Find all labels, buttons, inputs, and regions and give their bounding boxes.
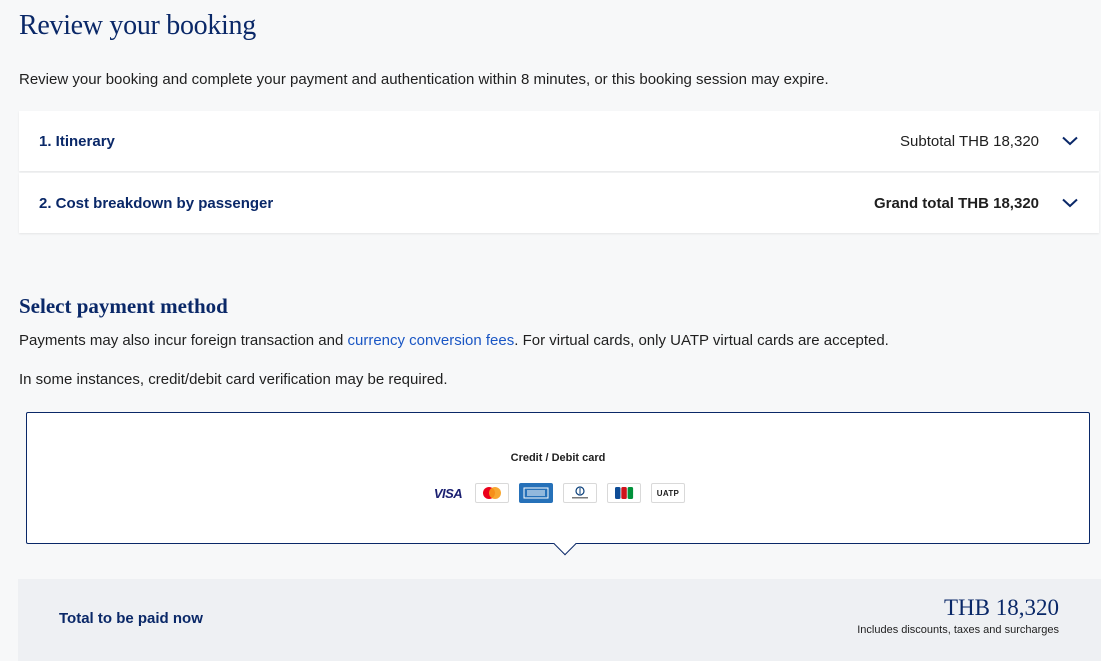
accordion-cost-breakdown-label: 2. Cost breakdown by passenger: [39, 194, 274, 212]
diners-club-logo: [563, 483, 597, 503]
page-title: Review your booking: [19, 10, 256, 41]
card-verification-note: In some instances, credit/debit card ver…: [19, 371, 448, 388]
total-includes-note: Includes discounts, taxes and surcharges: [857, 624, 1059, 636]
mastercard-logo: [475, 483, 509, 503]
booking-accordion: 1. Itinerary Subtotal THB 18,320 2. Cost…: [19, 111, 1099, 235]
accordion-cost-breakdown[interactable]: 2. Cost breakdown by passenger Grand tot…: [19, 173, 1099, 233]
accordion-itinerary[interactable]: 1. Itinerary Subtotal THB 18,320: [19, 111, 1099, 171]
payments-note-prefix: Payments may also incur foreign transact…: [19, 332, 348, 349]
total-panel: Total to be paid now THB 18,320 Includes…: [18, 579, 1101, 661]
visa-logo: VISA: [431, 483, 465, 503]
payments-fee-note: Payments may also incur foreign transact…: [19, 332, 889, 349]
currency-conversion-fees-link[interactable]: currency conversion fees: [348, 332, 515, 349]
card-logos: VISA UATP: [27, 483, 1089, 503]
amex-logo: [519, 483, 553, 503]
jcb-logo: [607, 483, 641, 503]
payment-method-title: Select payment method: [19, 294, 228, 318]
chevron-down-icon[interactable]: [1061, 194, 1079, 212]
card-option-title: Credit / Debit card: [510, 452, 606, 464]
itinerary-subtotal: Subtotal THB 18,320: [900, 132, 1039, 150]
total-label: Total to be paid now: [59, 610, 203, 627]
total-amount: THB 18,320: [944, 595, 1059, 620]
uatp-logo: UATP: [651, 483, 685, 503]
payments-note-suffix: . For virtual cards, only UATP virtual c…: [514, 332, 889, 349]
selected-pointer: [553, 532, 577, 556]
grand-total: Grand total THB 18,320: [873, 194, 1039, 212]
credit-debit-card-option[interactable]: Credit / Debit card VISA UATP: [26, 412, 1090, 556]
session-expiry-note: Review your booking and complete your pa…: [19, 71, 829, 88]
accordion-itinerary-label: 1. Itinerary: [39, 132, 115, 150]
chevron-down-icon[interactable]: [1061, 132, 1079, 150]
